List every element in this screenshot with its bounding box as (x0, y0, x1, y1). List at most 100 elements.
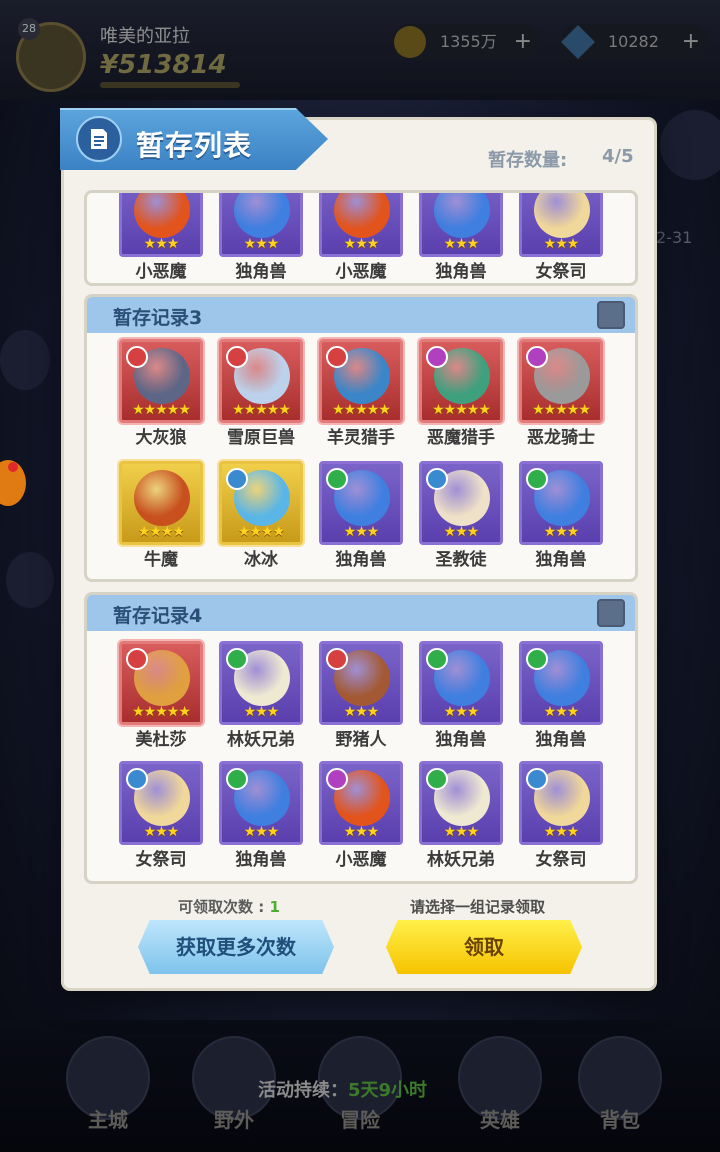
claims-value: 1 (269, 898, 280, 916)
hero-name: 女祭司 (135, 850, 187, 870)
hero-class-icon (326, 648, 348, 670)
hero-face-icon (234, 193, 290, 238)
hero-class-icon (226, 346, 248, 368)
hero-card[interactable]: ★★★★ 冰冰 (217, 461, 305, 570)
hero-card[interactable]: ★★★ 独角兽 (517, 461, 605, 570)
nav-label: 英雄 (480, 1108, 520, 1132)
event-duration: 活动持续：5天9小时 (258, 1076, 427, 1102)
hero-card[interactable]: ★★★ 圣教徒 (417, 461, 505, 570)
record-header: 暂存记录3 (87, 297, 635, 333)
hero-card[interactable]: ★★★ 小恶魔 (317, 193, 405, 282)
hero-portrait: ★★★ (119, 193, 203, 257)
hero-card[interactable]: ★★★ 林妖兄弟 (417, 761, 505, 870)
hero-stars: ★★★ (143, 824, 180, 840)
hero-portrait: ★★★★★ (419, 339, 503, 423)
hero-class-icon (126, 768, 148, 790)
hero-portrait: ★★★★★ (119, 641, 203, 725)
hero-name: 独角兽 (235, 850, 287, 870)
event-label: 活动持续： (258, 1080, 348, 1101)
record-checkbox[interactable] (597, 301, 625, 329)
hero-card[interactable]: ★★★★★ 大灰狼 (117, 339, 205, 448)
hero-name: 林妖兄弟 (427, 850, 495, 870)
hero-card[interactable]: ★★★ 独角兽 (417, 641, 505, 750)
hero-card[interactable]: ★★★★★ 雪原巨兽 (217, 339, 305, 448)
hero-name: 独角兽 (435, 262, 487, 282)
side-text: 2-31 (656, 228, 693, 247)
hero-stars: ★★★★★ (432, 402, 491, 418)
hero-card[interactable]: ★★★★★ 恶龙骑士 (517, 339, 605, 448)
nav-heroes[interactable]: 英雄 (450, 1036, 550, 1146)
hero-portrait: ★★★ (219, 761, 303, 845)
hero-card[interactable]: ★★★ 独角兽 (317, 461, 405, 570)
hero-stars: ★★★ (343, 524, 380, 540)
hero-portrait: ★★★ (319, 641, 403, 725)
hero-card[interactable]: ★★★ 独角兽 (517, 641, 605, 750)
hero-card[interactable]: ★★★★★ 美杜莎 (117, 641, 205, 750)
side-button-icon (6, 552, 54, 608)
hero-portrait: ★★★ (219, 641, 303, 725)
storage-record[interactable]: ★★★ 小恶魔 ★★★ 独角兽 ★★★ 小恶魔 ★★★ 独角兽 ★★★ 女祭司 (84, 190, 638, 286)
get-more-claims-button[interactable]: 获取更多次数 (138, 920, 334, 974)
event-value: 5天9小时 (348, 1080, 428, 1101)
hero-class-icon (226, 648, 248, 670)
hero-class-icon (426, 768, 448, 790)
hero-stars: ★★★ (443, 824, 480, 840)
select-hint: 请选择一组记录领取 (410, 898, 546, 916)
hero-portrait: ★★★ (419, 761, 503, 845)
player-money: ¥513814 (100, 50, 227, 80)
hero-name: 独角兽 (335, 550, 387, 570)
hero-portrait: ★★★ (519, 641, 603, 725)
storage-count-value: 4/5 (602, 146, 634, 167)
hero-stars: ★★★ (343, 824, 380, 840)
hero-card[interactable]: ★★★ 林妖兄弟 (217, 641, 305, 750)
hero-card[interactable]: ★★★ 女祭司 (517, 761, 605, 870)
record-title: 暂存记录3 (113, 307, 203, 329)
hero-name: 独角兽 (535, 550, 587, 570)
side-button-icon (0, 330, 50, 390)
hero-class-icon (426, 346, 448, 368)
hero-card[interactable]: ★★★★★ 恶魔猎手 (417, 339, 505, 448)
hero-portrait: ★★★ (319, 761, 403, 845)
hero-portrait: ★★★★ (119, 461, 203, 545)
hero-stars: ★★★★★ (232, 402, 291, 418)
hero-name: 圣教徒 (435, 550, 487, 570)
gem-value: 10282 (608, 32, 659, 51)
nav-label: 背包 (600, 1108, 640, 1132)
hero-face-icon (434, 193, 490, 238)
player-exp-bar (100, 82, 240, 88)
record-checkbox[interactable] (597, 599, 625, 627)
storage-record[interactable]: 暂存记录3 ★★★★★ 大灰狼 ★★★★★ 雪原巨兽 ★★★★★ 羊灵猎手 ★★★★★ 恶魔猎… (84, 294, 638, 582)
hero-stars: ★★★★★ (132, 704, 191, 720)
hero-class-icon (326, 468, 348, 490)
hero-card[interactable]: ★★★ 独角兽 (417, 193, 505, 282)
hero-card[interactable]: ★★★ 女祭司 (517, 193, 605, 282)
hero-class-icon (126, 346, 148, 368)
hero-name: 女祭司 (535, 262, 587, 282)
hero-name: 独角兽 (535, 730, 587, 750)
hero-portrait: ★★★ (519, 761, 603, 845)
hero-card[interactable]: ★★★★ 牛魔 (117, 461, 205, 570)
hero-card[interactable]: ★★★ 小恶魔 (317, 761, 405, 870)
hero-card[interactable]: ★★★ 野猪人 (317, 641, 405, 750)
hero-class-icon (126, 648, 148, 670)
storage-record[interactable]: 暂存记录4 ★★★★★ 美杜莎 ★★★ 林妖兄弟 ★★★ 野猪人 ★★★ 独角兽 ★★★ 独角兽 … (84, 592, 638, 884)
claim-button[interactable]: 领取 (386, 920, 582, 974)
nav-label: 主城 (88, 1108, 128, 1132)
hero-portrait: ★★★ (119, 761, 203, 845)
hero-card[interactable]: ★★★★★ 羊灵猎手 (317, 339, 405, 448)
claims-label: 可领取次数 : (178, 898, 270, 916)
nav-main-city[interactable]: 主城 (58, 1036, 158, 1146)
hero-card[interactable]: ★★★ 女祭司 (117, 761, 205, 870)
hero-stars: ★★★ (243, 824, 280, 840)
nav-label: 冒险 (340, 1108, 380, 1132)
coin-icon (394, 26, 426, 58)
hero-name: 女祭司 (535, 850, 587, 870)
hero-portrait: ★★★ (319, 193, 403, 257)
hero-card[interactable]: ★★★ 小恶魔 (117, 193, 205, 282)
hero-name: 小恶魔 (335, 262, 387, 282)
hero-card[interactable]: ★★★ 独角兽 (217, 193, 305, 282)
hero-name: 小恶魔 (135, 262, 187, 282)
nav-bag[interactable]: 背包 (570, 1036, 670, 1146)
hero-portrait: ★★★ (419, 641, 503, 725)
hero-card[interactable]: ★★★ 独角兽 (217, 761, 305, 870)
